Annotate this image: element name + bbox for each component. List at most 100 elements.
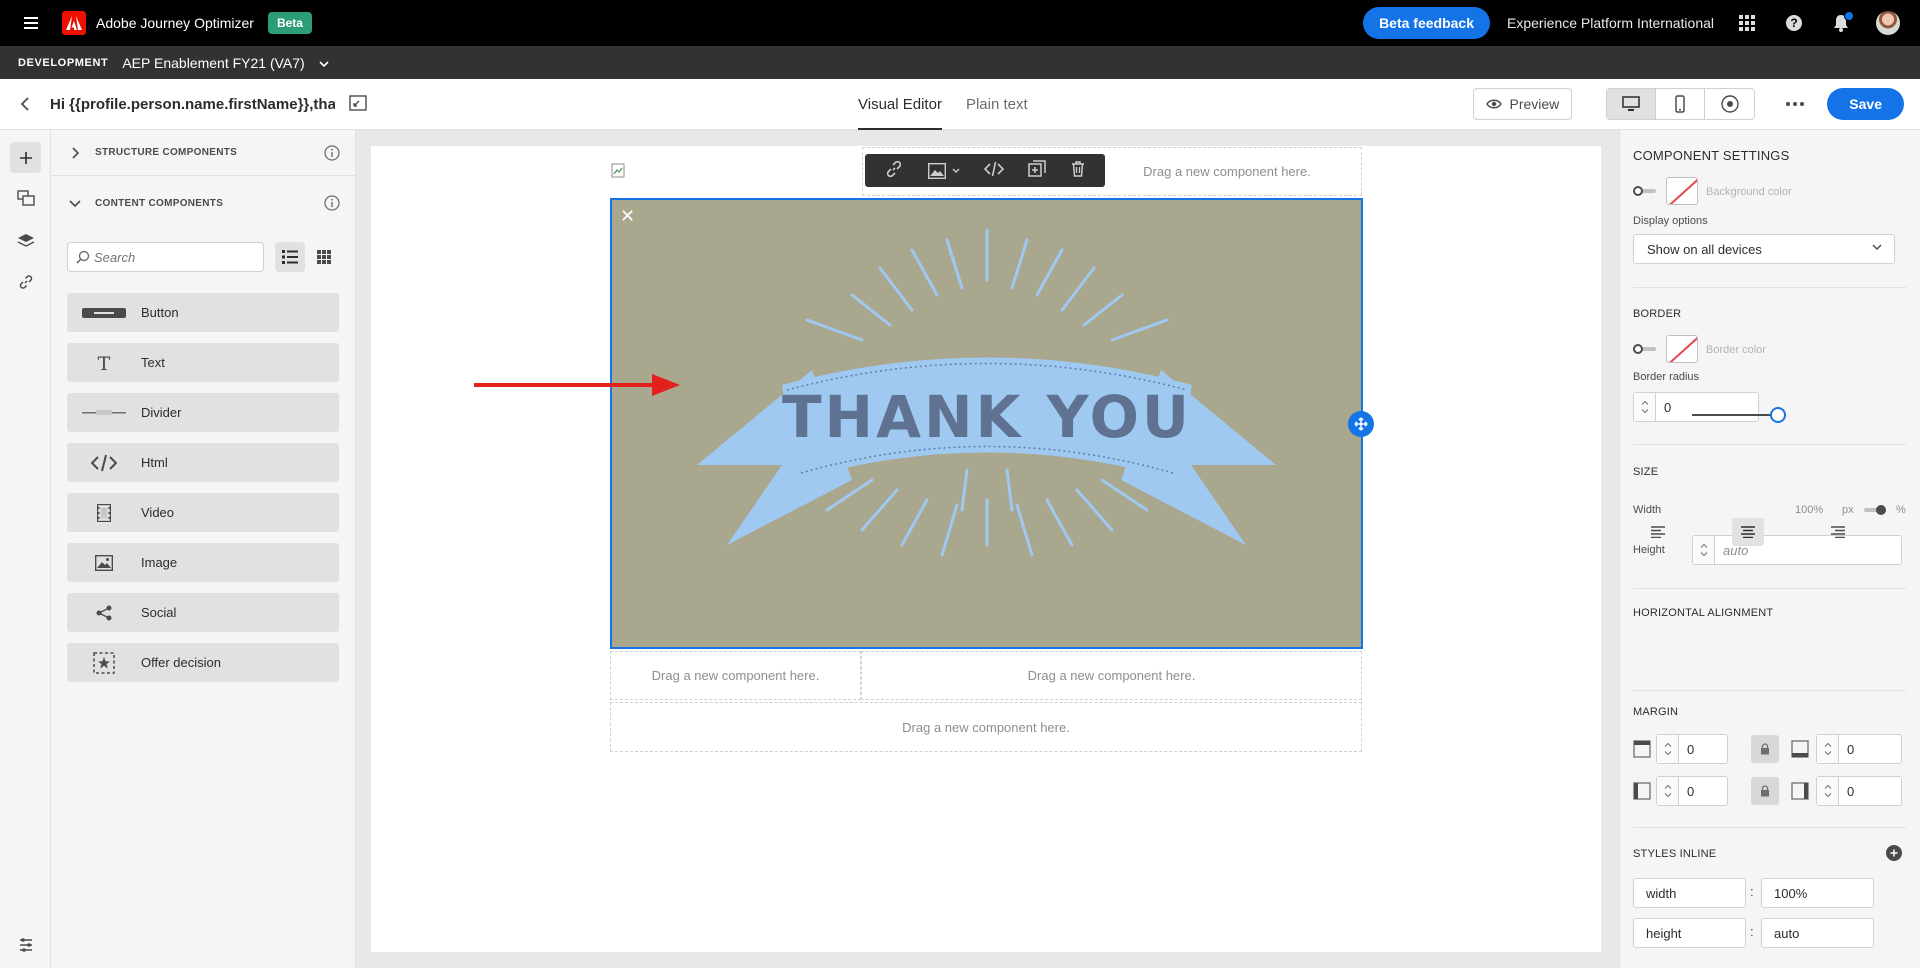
component-html[interactable]: Html bbox=[67, 443, 339, 482]
tab-visual-editor[interactable]: Visual Editor bbox=[858, 79, 942, 130]
layers-button[interactable] bbox=[10, 225, 41, 256]
unit-px-label: px bbox=[1842, 504, 1854, 516]
list-view-button[interactable] bbox=[275, 242, 305, 272]
component-offer-decision[interactable]: Offer decision bbox=[67, 643, 339, 682]
sandbox-name[interactable]: AEP Enablement FY21 (VA7) bbox=[122, 55, 304, 71]
component-video[interactable]: Video bbox=[67, 493, 339, 532]
stepper-arrows[interactable] bbox=[1634, 393, 1656, 421]
mobile-view-button[interactable] bbox=[1656, 89, 1706, 119]
duplicate-icon[interactable] bbox=[1028, 160, 1047, 181]
component-label: Image bbox=[141, 555, 178, 570]
component-image[interactable]: Image bbox=[67, 543, 339, 582]
links-button[interactable] bbox=[10, 266, 41, 297]
style-value-input[interactable]: 100% bbox=[1761, 878, 1874, 908]
trash-icon[interactable] bbox=[1071, 161, 1085, 180]
save-button[interactable]: Save bbox=[1827, 88, 1904, 120]
border-color-swatch[interactable] bbox=[1666, 335, 1698, 363]
style-key-input[interactable]: height bbox=[1633, 918, 1746, 948]
resize-handle[interactable] bbox=[1348, 411, 1374, 437]
notifications-bell-icon[interactable] bbox=[1827, 9, 1855, 37]
apps-grid-icon[interactable] bbox=[1733, 9, 1761, 37]
background-color-toggle[interactable] bbox=[1633, 186, 1657, 196]
more-icon bbox=[1786, 102, 1805, 106]
beta-feedback-button[interactable]: Beta feedback bbox=[1363, 7, 1490, 39]
chevron-left-icon bbox=[21, 97, 29, 111]
image-icon bbox=[927, 162, 946, 179]
hamburger-menu-button[interactable] bbox=[0, 17, 62, 29]
margin-top-stepper[interactable]: 0 bbox=[1656, 734, 1728, 764]
style-value-input[interactable]: auto bbox=[1761, 918, 1874, 948]
margin-right-stepper[interactable]: 0 bbox=[1816, 776, 1902, 806]
fragments-button[interactable] bbox=[10, 182, 41, 213]
image-options-button[interactable] bbox=[927, 162, 960, 179]
org-switcher[interactable]: Experience Platform International bbox=[1507, 15, 1714, 31]
annotation-arrow bbox=[474, 374, 680, 396]
width-slider-knob[interactable] bbox=[1770, 407, 1786, 423]
device-switcher bbox=[1606, 88, 1756, 120]
style-key-input[interactable]: width bbox=[1633, 878, 1746, 908]
adobe-logo-icon[interactable] bbox=[62, 11, 86, 35]
width-slider-track[interactable] bbox=[1692, 414, 1782, 416]
back-button[interactable] bbox=[0, 97, 50, 111]
align-right-button[interactable] bbox=[1822, 518, 1854, 546]
close-icon[interactable]: ✕ bbox=[620, 206, 635, 227]
border-color-toggle[interactable] bbox=[1633, 344, 1657, 354]
component-button[interactable]: Button bbox=[67, 293, 339, 332]
chevron-down-icon[interactable] bbox=[319, 55, 329, 70]
video-icon bbox=[67, 503, 141, 522]
tab-plain-text[interactable]: Plain text bbox=[966, 79, 1028, 130]
margin-lock-button[interactable] bbox=[1751, 777, 1779, 805]
code-icon bbox=[67, 454, 141, 472]
link-icon[interactable] bbox=[885, 160, 903, 181]
notification-dot bbox=[1844, 11, 1854, 21]
edit-properties-icon[interactable] bbox=[349, 94, 367, 114]
align-left-button[interactable] bbox=[1642, 518, 1674, 546]
user-avatar[interactable] bbox=[1874, 9, 1902, 37]
broken-image-icon[interactable] bbox=[611, 163, 627, 179]
dropzone[interactable]: Drag a new component here. bbox=[610, 651, 861, 700]
unit-toggle[interactable] bbox=[1864, 505, 1886, 515]
background-color-swatch[interactable] bbox=[1666, 177, 1698, 205]
margin-bottom-stepper[interactable]: 0 bbox=[1816, 734, 1902, 764]
editor-header: Hi {{profile.person.name.firstName}},tha… bbox=[0, 79, 1920, 130]
component-social[interactable]: Social bbox=[67, 593, 339, 632]
selected-image-component[interactable]: THANK YOU ✕ bbox=[610, 198, 1363, 649]
border-radius-stepper[interactable]: 0 bbox=[1633, 392, 1759, 422]
component-divider[interactable]: Divider bbox=[67, 393, 339, 432]
svg-text:T: T bbox=[98, 354, 111, 372]
display-options-select[interactable]: Show on all devices bbox=[1633, 234, 1895, 264]
desktop-view-button[interactable] bbox=[1607, 89, 1657, 119]
search-input[interactable] bbox=[94, 249, 254, 265]
unit-percent-label: % bbox=[1896, 504, 1906, 516]
dropzone[interactable]: Drag a new component here. bbox=[861, 651, 1362, 700]
preview-view-button[interactable] bbox=[1705, 89, 1754, 119]
lock-icon bbox=[1761, 785, 1769, 797]
component-toolbar bbox=[865, 154, 1105, 187]
margin-bottom-value: 0 bbox=[1847, 741, 1855, 757]
thank-you-image: THANK YOU bbox=[697, 228, 1276, 557]
structure-components-section[interactable]: STRUCTURE COMPONENTS bbox=[51, 130, 356, 176]
content-components-section[interactable]: CONTENT COMPONENTS bbox=[51, 180, 356, 226]
info-icon[interactable] bbox=[324, 145, 340, 164]
component-text[interactable]: T Text bbox=[67, 343, 339, 382]
align-center-button[interactable] bbox=[1732, 518, 1764, 546]
info-icon[interactable] bbox=[324, 195, 340, 214]
settings-rail-button[interactable] bbox=[10, 929, 41, 960]
component-label: Button bbox=[141, 305, 179, 320]
margin-lock-button[interactable] bbox=[1751, 735, 1779, 763]
chevron-down-icon bbox=[952, 168, 960, 173]
dropzone[interactable]: Drag a new component here. bbox=[610, 702, 1362, 752]
preview-button[interactable]: Preview bbox=[1472, 88, 1573, 120]
help-icon[interactable]: ? bbox=[1780, 9, 1808, 37]
stepper-arrows[interactable] bbox=[1693, 536, 1715, 564]
width-label: Width bbox=[1633, 504, 1662, 516]
add-components-button[interactable] bbox=[10, 142, 41, 173]
height-stepper[interactable]: auto bbox=[1692, 535, 1902, 565]
border-radius-value: 0 bbox=[1664, 399, 1672, 415]
grid-view-button[interactable] bbox=[309, 242, 339, 272]
code-icon[interactable] bbox=[983, 161, 1005, 180]
add-style-button[interactable] bbox=[1886, 845, 1902, 861]
margin-left-stepper[interactable]: 0 bbox=[1656, 776, 1728, 806]
more-options-button[interactable] bbox=[1783, 102, 1807, 106]
component-search[interactable] bbox=[67, 242, 264, 272]
